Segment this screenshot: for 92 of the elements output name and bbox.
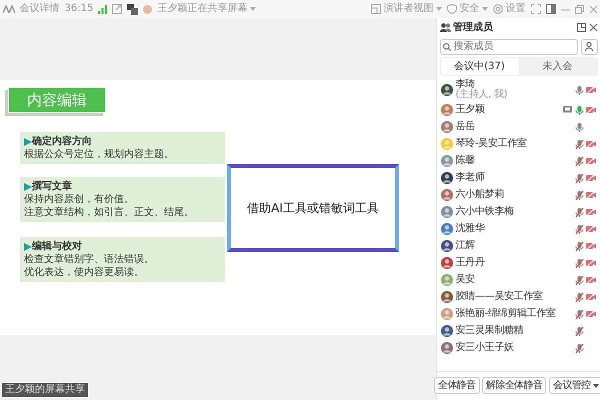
block-text: 检查文章错别字、语法错误。 (24, 253, 155, 266)
slide-title: 内容编辑 (8, 87, 106, 113)
camera-off-icon[interactable] (586, 225, 596, 233)
camera-off-icon[interactable] (586, 276, 596, 284)
settings-icon (493, 4, 503, 14)
panel-title: 管理成员 (453, 20, 493, 34)
member-name: 沈雅华 (456, 224, 486, 234)
invite-member-button[interactable] (580, 38, 598, 54)
muted-microphone-icon[interactable] (574, 208, 584, 216)
camera-off-icon[interactable] (586, 310, 596, 318)
caret-icon (482, 7, 488, 11)
triangle-bullet-icon (24, 242, 32, 250)
meeting-timer: 36:15 (64, 4, 94, 14)
camera-off-icon[interactable] (586, 259, 596, 267)
member-name: 吴安 (456, 275, 476, 285)
topbar-menu-item[interactable]: 演讲者视图 (371, 4, 442, 14)
member-name: 安三灵果制糖精 (456, 326, 524, 336)
caret-icon (250, 7, 256, 11)
sharing-status-dropdown[interactable]: 王夕颖正在共享屏幕 (157, 4, 256, 14)
camera-off-icon[interactable] (586, 140, 596, 148)
member-name: 李老师 (456, 173, 486, 183)
block-text: 优化表达，使内容更易读。 (24, 266, 145, 279)
block-text: 保持内容原创，有价值。 (24, 193, 135, 206)
meeting-details-link[interactable]: 会议详情 (20, 4, 60, 14)
members-icon (440, 22, 450, 32)
block-heading: 编辑与校对 (32, 240, 82, 253)
shield-icon (447, 4, 457, 14)
block-text: 注意文章结构，如引言、正文、结尾。 (24, 206, 195, 219)
topbar-menu-item[interactable]: 安全 (447, 4, 488, 14)
muted-microphone-icon[interactable] (574, 326, 584, 336)
add-person-icon (584, 42, 594, 51)
block-text: 根据公众号定位，规划内容主题。 (24, 148, 175, 161)
member-name: 六小船梦莉 (456, 190, 506, 200)
muted-microphone-icon[interactable] (574, 310, 584, 318)
search-field[interactable]: 搜索成员 (440, 38, 578, 54)
member-name: 安三小王子妖 (456, 343, 515, 353)
camera-off-icon[interactable] (586, 293, 596, 301)
member-name: 六小中铁李梅 (456, 207, 515, 217)
block-heading: 确定内容方向 (32, 135, 92, 148)
sidebar-toggle-icon[interactable] (546, 4, 556, 14)
member-name: 王丹丹 (456, 258, 486, 268)
member-name: 江辉 (456, 241, 476, 251)
popout-icon[interactable] (577, 22, 586, 32)
microphone-icon[interactable] (574, 106, 584, 114)
camera-off-icon[interactable] (586, 191, 596, 199)
member-name: 张艳丽-绵绵剪辑工作室 (456, 309, 557, 319)
muted-microphone-icon[interactable] (574, 242, 584, 250)
footer-button[interactable]: 会议管控 (548, 377, 600, 394)
block-heading: 撰写文章 (32, 180, 72, 193)
member-name: 岳岳 (456, 122, 476, 132)
triangle-bullet-icon (24, 182, 32, 190)
search-icon (442, 42, 450, 50)
member-tab[interactable]: 未入会 (518, 58, 596, 75)
triangle-bullet-icon (24, 138, 32, 146)
muted-microphone-icon[interactable] (574, 140, 584, 148)
camera-off-icon[interactable] (586, 208, 596, 216)
camera-off-icon[interactable] (586, 106, 596, 114)
topbar-menu-item[interactable]: 设置 (493, 4, 526, 14)
muted-microphone-icon[interactable] (574, 224, 584, 234)
external-window-icon[interactable] (112, 4, 122, 14)
signal-icon (98, 4, 108, 14)
camera-off-icon[interactable] (586, 157, 596, 165)
camera-off-icon[interactable] (586, 174, 596, 182)
member-role: (主持人, 我) (456, 90, 508, 100)
member-name: 王夕颖 (456, 105, 486, 115)
muted-microphone-icon[interactable] (574, 190, 584, 200)
muted-microphone-icon[interactable] (574, 344, 584, 352)
footer-button[interactable]: 全体静音 (434, 377, 480, 394)
muted-microphone-icon[interactable] (574, 276, 584, 284)
fullscreen-icon[interactable] (530, 4, 540, 14)
layout-icon (371, 4, 381, 14)
muted-microphone-icon[interactable] (574, 156, 584, 166)
member-name: 李琦 (456, 80, 475, 90)
callout-text: 借助AI工具或错敏词工具 (247, 200, 379, 217)
muted-microphone-icon[interactable] (574, 258, 584, 268)
member-tab[interactable]: 会议中(37) (440, 58, 518, 75)
member-name: 胶睛——吴安工作室 (456, 292, 544, 302)
camera-off-icon[interactable] (586, 86, 596, 94)
avatar-icon (143, 4, 152, 14)
microphone-icon[interactable] (574, 86, 584, 94)
close-icon[interactable] (588, 22, 598, 32)
muted-microphone-icon[interactable] (574, 292, 584, 302)
caret-icon (436, 7, 442, 11)
restore-icon[interactable] (574, 4, 584, 14)
camera-off-icon[interactable] (586, 242, 596, 250)
muted-microphone-icon[interactable] (574, 174, 584, 182)
footer-button[interactable]: 解除全体静音 (482, 377, 546, 394)
member-name: 琴玲-吴安工作室 (456, 139, 528, 149)
meeting-logo-icon (2, 5, 14, 13)
member-name: 陈馨 (456, 156, 476, 166)
screen-share-label: 王夕颖的屏幕共享 (2, 383, 88, 397)
microphone-icon[interactable] (574, 122, 584, 132)
